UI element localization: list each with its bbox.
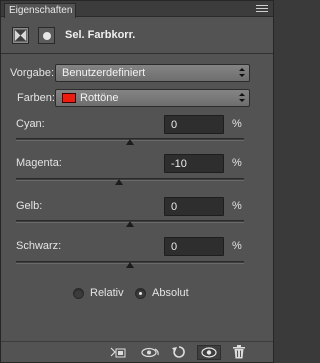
colors-label: Farben:: [17, 92, 55, 104]
yellow-unit: %: [232, 200, 242, 212]
trash-icon[interactable]: [229, 345, 249, 360]
black-unit: %: [232, 240, 242, 252]
preset-label: Vorgabe:: [10, 67, 55, 79]
magenta-slider-track[interactable]: [16, 178, 244, 181]
black-input[interactable]: 0: [164, 237, 224, 256]
black-label: Schwarz:: [16, 240, 62, 252]
view-previous-state-icon[interactable]: [138, 345, 162, 360]
colors-dropdown[interactable]: Rottöne: [55, 89, 250, 107]
colors-value: Rottöne: [80, 92, 119, 104]
magenta-unit: %: [232, 157, 242, 169]
relative-radio[interactable]: [73, 288, 84, 299]
cyan-label: Cyan:: [16, 118, 45, 130]
panel-menu-icon[interactable]: [256, 5, 268, 14]
yellow-label: Gelb:: [16, 200, 43, 212]
panel-tab-bar: Eigenschaften: [1, 1, 273, 18]
cyan-unit: %: [232, 118, 242, 130]
preset-value: Benutzerdefiniert: [62, 67, 146, 79]
yellow-slider-thumb[interactable]: [126, 221, 134, 227]
adjustment-title: Sel. Farbkorr.: [65, 29, 136, 41]
visibility-eye-icon[interactable]: [197, 345, 221, 360]
absolute-radio[interactable]: [135, 288, 146, 299]
color-swatch: [62, 93, 76, 103]
dropdown-arrow-icon: [239, 93, 245, 103]
properties-panel: Eigenschaften Sel. Farbkorr. Vorgabe: Be…: [0, 0, 274, 363]
preset-dropdown[interactable]: Benutzerdefiniert: [55, 64, 250, 82]
relative-label[interactable]: Relativ: [90, 287, 124, 299]
magenta-slider-thumb[interactable]: [114, 179, 123, 185]
magenta-label: Magenta:: [16, 157, 62, 169]
reset-icon[interactable]: [169, 345, 189, 360]
panel-footer: [1, 341, 273, 362]
tab-properties[interactable]: Eigenschaften: [4, 3, 76, 18]
cyan-input[interactable]: 0: [164, 115, 224, 134]
black-slider-thumb[interactable]: [126, 262, 134, 268]
layer-mask-icon[interactable]: [38, 27, 55, 44]
magenta-input[interactable]: -10: [164, 154, 224, 173]
dropdown-arrow-icon: [239, 68, 245, 78]
adjustment-header: Sel. Farbkorr.: [1, 18, 273, 54]
yellow-input[interactable]: 0: [164, 197, 224, 216]
selective-color-adjustment-icon[interactable]: [12, 27, 29, 44]
absolute-label[interactable]: Absolut: [152, 287, 189, 299]
cyan-slider-thumb[interactable]: [126, 139, 134, 145]
clip-to-layer-icon[interactable]: [108, 345, 128, 360]
